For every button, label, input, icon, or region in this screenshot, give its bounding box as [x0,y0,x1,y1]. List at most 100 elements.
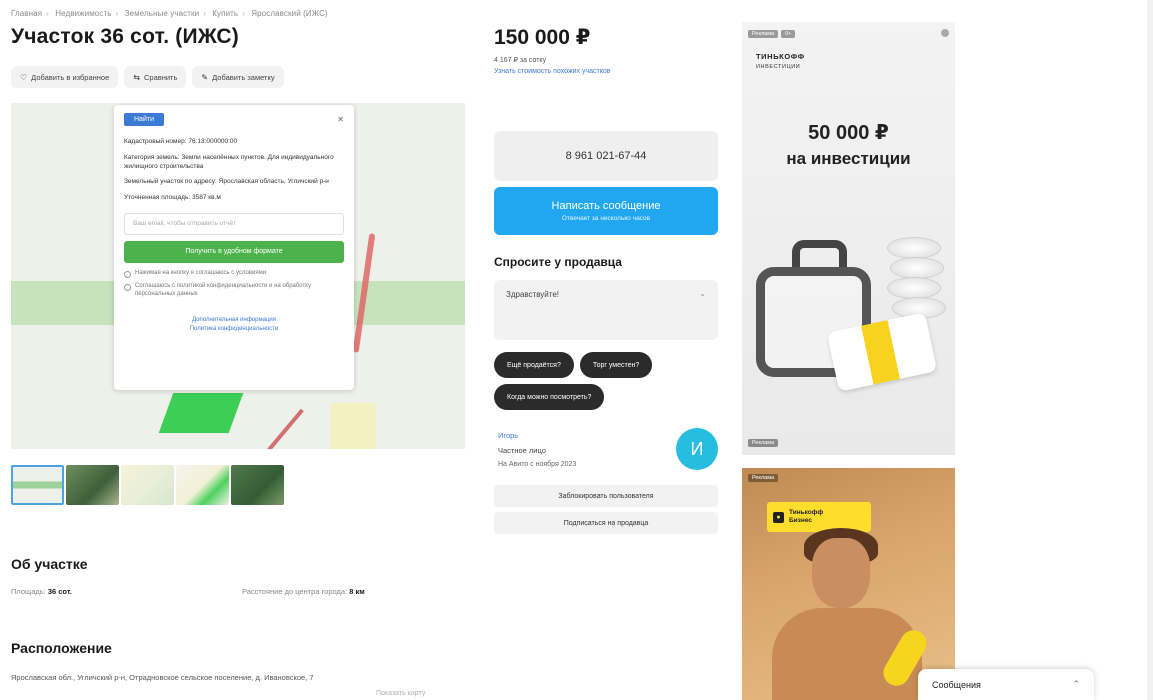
thumbnail[interactable] [66,465,119,505]
about-distance-label: Расстояние до центра города: [242,587,348,596]
breadcrumb-item[interactable]: Купить [212,9,238,18]
add-favorite-button[interactable]: ♡ Добавить в избранное [11,66,119,88]
about-area-label: Площадь: [11,587,46,596]
popup-get-button: Получить в удобном формате [124,240,344,263]
price: 150 000 ₽ [494,26,591,49]
ad-badges: Реклама 0+ [748,30,796,38]
popup-category: Категория земель: Земли населённых пункт… [124,153,334,170]
ad-amount: 50 000 ₽ [808,122,889,144]
price-per-unit: 4 167 ₽ за сотку [494,57,547,64]
ad-brand: ТИНЬКОФФ [756,52,805,61]
coin-icon [887,237,941,259]
heart-icon: ♡ [20,72,28,82]
ad-badge: Реклама [748,474,779,482]
compare-icon: ⇆ [133,72,140,82]
close-icon: ✕ [337,115,344,124]
cadastral-popup: Найти ✕ Кадастровый номер: 76:13:000000:… [114,105,354,390]
popup-cadastral: Кадастровый номер: 76:13:000000:00 [124,138,238,145]
breadcrumb-item[interactable]: Ярославский (ИЖС) [251,9,327,18]
add-favorite-label: Добавить в избранное [31,72,110,82]
phone-button[interactable]: 8 961 021-67-44 [494,131,718,181]
ad-brand-sub: ИНВЕСТИЦИИ [756,64,801,70]
write-message-button[interactable]: Написать сообщение Отвечает за несколько… [494,187,718,235]
quick-questions: Ещё продаётся? Торг уместен? Когда можно… [494,352,718,410]
breadcrumb-item[interactable]: Недвижимость [55,9,111,18]
location-heading: Расположение [11,640,112,656]
popup-checkbox: Соглашаюсь с политикой конфиденциальност… [124,283,344,299]
popup-check-label: Соглашаюсь с политикой конфиденциальност… [135,282,311,297]
location-address: Ярославская обл., Угличский р-н, Отрадно… [11,673,314,682]
scrollbar[interactable] [1147,0,1153,700]
about-heading: Об участке [11,556,88,572]
note-icon: ✎ [201,72,209,82]
about-distance-value: 8 км [349,587,365,596]
breadcrumb: Главная › Недвижимость › Земельные участки… [11,9,328,18]
shield-icon: ● [773,511,784,523]
messages-bar[interactable]: Сообщения ⌃ [918,669,1094,700]
thumbnail[interactable] [11,465,64,505]
page: Главная › Недвижимость › Земельные участки… [0,0,1153,700]
compare-label: Сравнить [143,72,178,82]
popup-link: Политика конфиденциальности [189,326,279,333]
thumbnail-strip [11,465,284,505]
popup-search-button: Найти [124,113,164,126]
quick-question-chip[interactable]: Когда можно посмотреть? [494,384,605,410]
radio-icon [124,270,131,278]
map-area [331,403,376,449]
popup-check-label: Нажимая на кнопку я соглашаюсь с условия… [135,269,267,276]
quick-question-chip[interactable]: Торг уместен? [579,352,653,378]
ad-info-icon[interactable] [941,29,949,37]
popup-area: Уточненная площадь: 3587 кв.м [124,194,221,202]
ask-seller-heading: Спросите у продавца [494,255,622,269]
ask-seller-text: Здравствуйте! [506,290,560,299]
quick-question-chip[interactable]: Ещё продаётся? [494,352,574,378]
show-map-link[interactable]: Показать карту [376,690,425,697]
popup-link: Дополнительная информация [192,317,276,324]
ad-tagline: на инвестиции [786,149,911,168]
write-message-label: Написать сообщение [551,200,661,212]
coin-icon [890,257,944,279]
coin-icon [887,277,941,299]
breadcrumb-item[interactable]: Главная [11,9,42,18]
ad-logo-sub: Бизнес [789,517,812,524]
seller-type: Частное лицо [498,446,546,455]
popup-email-input: Ваш email, чтобы отправить отчёт [124,212,344,235]
radio-icon [124,283,131,291]
thumbnail[interactable] [176,465,229,505]
listing-actions: ♡ Добавить в избранное ⇆ Сравнить ✎ Доба… [11,66,284,88]
main-photo[interactable]: Найти ✕ Кадастровый номер: 76:13:000000:… [11,103,465,449]
add-note-button[interactable]: ✎ Добавить заметку [192,66,284,88]
ad-age-badge: 0+ [781,30,796,38]
map-plot [158,393,244,433]
ad-person [812,538,870,608]
about-area: Площадь: 36 сот. [11,587,72,596]
ad-logo-name: Тинькофф [789,509,824,517]
about-area-value: 36 сот. [47,587,72,596]
ad-logo: ● Тинькофф Бизнес [767,502,871,532]
write-message-sub: Отвечает за несколько часов [561,215,651,222]
seller-name[interactable]: Игорь [498,431,518,440]
avatar[interactable]: И [676,428,718,470]
messages-label: Сообщения [932,679,981,690]
page-title: Участок 36 сот. (ИЖС) [11,25,239,48]
breadcrumb-item[interactable]: Земельные участки [125,9,200,18]
thumbnail[interactable] [231,465,284,505]
about-distance: Расстояние до центра города: 8 км [242,587,365,596]
map-boundary [262,408,304,449]
ad-banner-business[interactable]: Реклама ● Тинькофф Бизнес [742,468,955,700]
chevron-down-icon: ⌄ [699,289,706,298]
price-compare-link[interactable]: Узнать стоимость похожих участков [494,68,610,75]
seller-since: На Авито с ноября 2023 [498,461,577,468]
ad-footer-badge: Реклама [748,439,779,447]
block-user-button[interactable]: Заблокировать пользователя [494,485,718,507]
subscribe-seller-button[interactable]: Подписаться на продавца [494,512,718,534]
ask-seller-input[interactable]: Здравствуйте! ⌄ [494,280,718,340]
popup-links: Дополнительная информация Политика конфи… [124,316,344,334]
popup-address: Земельный участок по адресу: Ярославская… [124,178,329,186]
thumbnail[interactable] [121,465,174,505]
chevron-up-icon: ⌃ [1072,679,1080,689]
compare-button[interactable]: ⇆ Сравнить [124,66,187,88]
ad-banner-investments[interactable]: Реклама 0+ ТИНЬКОФФ ИНВЕСТИЦИИ 50 000 ₽ … [742,22,955,455]
ad-badge: Реклама [748,30,779,38]
popup-checkbox: Нажимая на кнопку я соглашаюсь с условия… [124,270,344,278]
